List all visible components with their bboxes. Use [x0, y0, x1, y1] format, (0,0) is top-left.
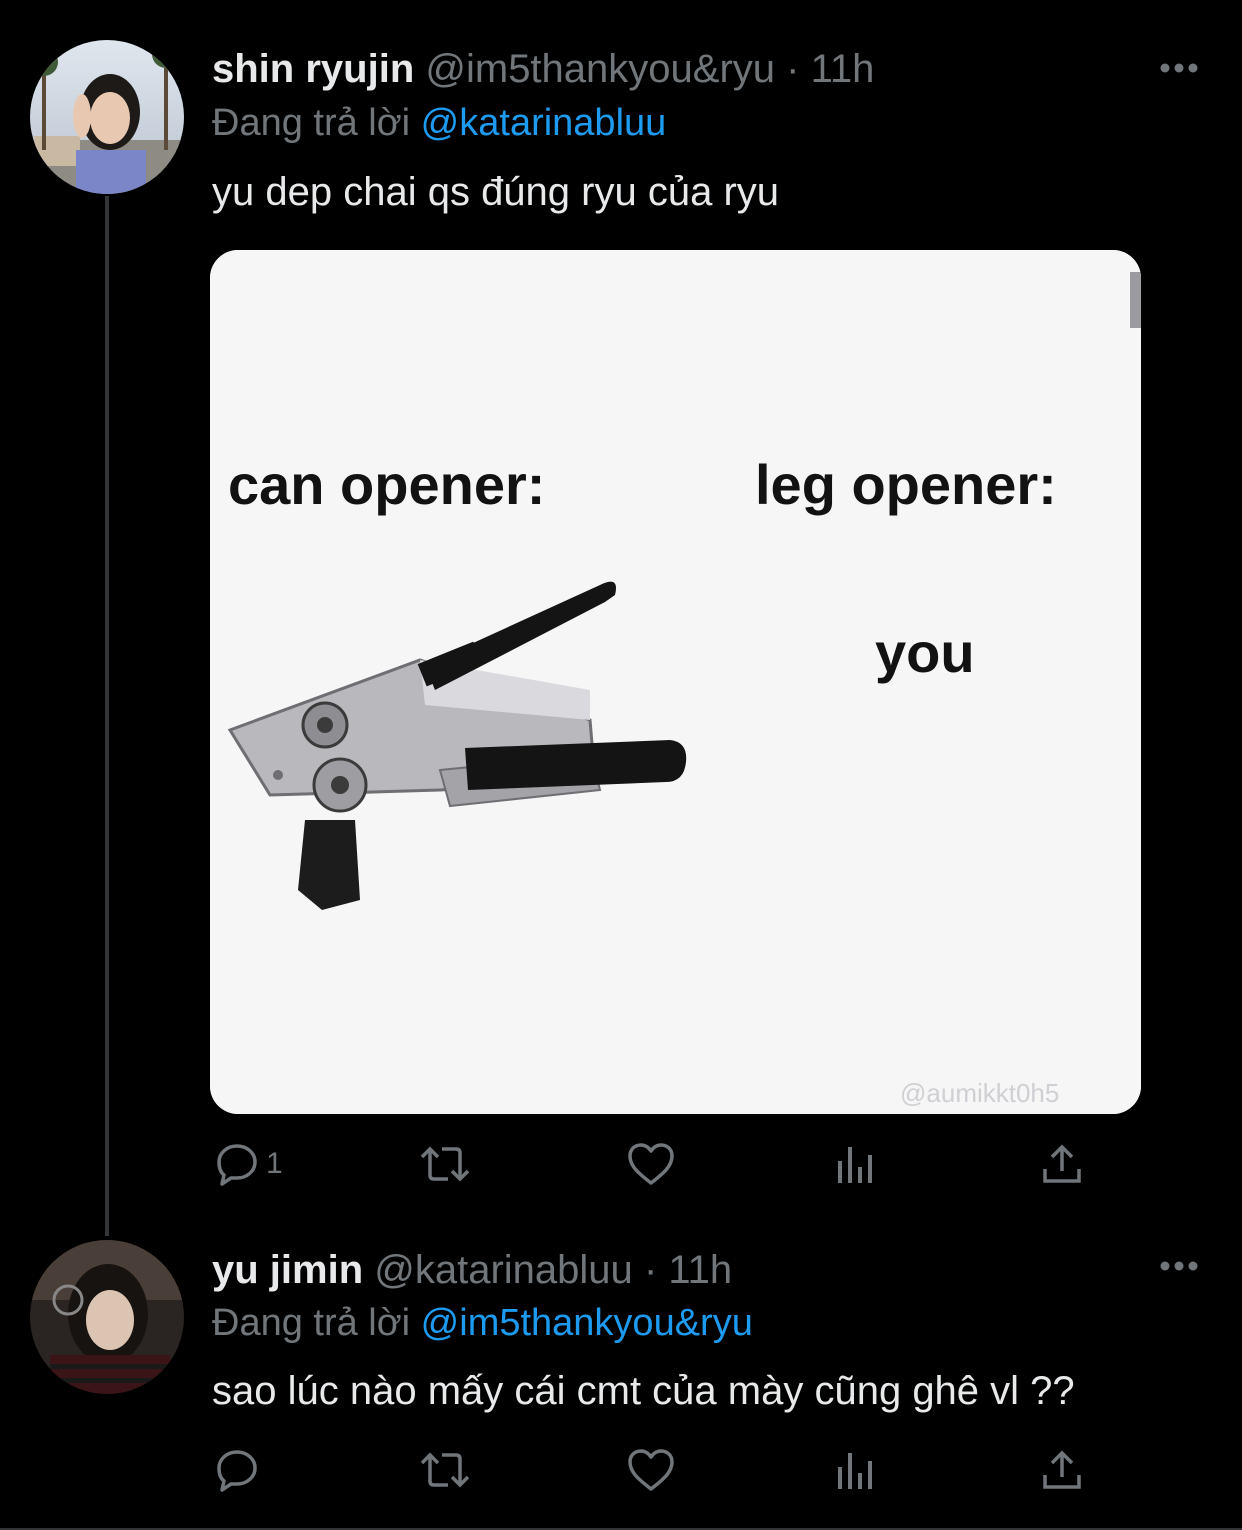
retweet-icon	[420, 1452, 470, 1488]
analytics-icon	[838, 1453, 872, 1489]
avatar[interactable]	[30, 40, 184, 194]
retweet-button[interactable]	[418, 1438, 472, 1502]
like-button[interactable]	[626, 1132, 676, 1196]
share-icon	[1043, 1450, 1081, 1489]
avatar[interactable]	[30, 1240, 184, 1394]
more-options-button[interactable]	[1158, 1256, 1200, 1276]
replying-prefix: Đang trả lời	[212, 102, 411, 144]
reply-count: 1	[266, 1147, 283, 1180]
more-icon	[1160, 1261, 1198, 1271]
reply-button[interactable]: 1	[214, 1132, 283, 1196]
more-icon	[1160, 63, 1198, 73]
timestamp[interactable]: 11h	[811, 47, 875, 91]
tweet[interactable]: yu jimin @katarinabluu · 11h Đang trả lờ…	[0, 1230, 1242, 1530]
author-handle[interactable]: @im5thankyou&ryu	[425, 47, 775, 91]
author-name[interactable]: shin ryujin	[212, 47, 414, 91]
tweet-header: yu jimin @katarinabluu · 11h	[212, 1246, 732, 1294]
meme-caption-you: you	[875, 621, 975, 684]
thread-connector-line	[105, 196, 109, 1236]
timestamp[interactable]: 11h	[668, 1248, 732, 1292]
tweet[interactable]: shin ryujin @im5thankyou&ryu · 11h Đang …	[0, 0, 1242, 1236]
retweet-icon	[420, 1146, 470, 1182]
replying-to-mention[interactable]: @im5thankyou&ryu	[421, 1302, 753, 1344]
like-button[interactable]	[626, 1438, 676, 1502]
tweet-media-image[interactable]: can opener: leg opener: you @aumikkt0h5	[210, 250, 1141, 1114]
tweet-text: yu dep chai qs đúng ryu của ryu	[212, 170, 780, 214]
tweet-header: shin ryujin @im5thankyou&ryu · 11h	[212, 45, 874, 93]
share-button[interactable]	[1040, 1438, 1084, 1502]
meme-caption-can-opener: can opener:	[228, 453, 546, 516]
retweet-button[interactable]	[418, 1132, 472, 1196]
share-button[interactable]	[1040, 1132, 1084, 1196]
author-handle[interactable]: @katarinabluu	[374, 1248, 633, 1292]
like-icon	[628, 1143, 674, 1185]
tweet-actions-bar	[0, 1438, 1242, 1502]
author-name[interactable]: yu jimin	[212, 1248, 363, 1292]
more-options-button[interactable]	[1158, 58, 1200, 78]
replying-to-line: Đang trả lời @katarinabluu	[212, 100, 666, 146]
analytics-button[interactable]	[834, 1132, 878, 1196]
share-icon	[1043, 1144, 1081, 1183]
replying-to-line: Đang trả lời @im5thankyou&ryu	[212, 1300, 753, 1346]
meme-watermark: @aumikkt0h5	[900, 1078, 1060, 1108]
separator-dot: ·	[786, 47, 800, 91]
tweet-text: sao lúc nào mấy cái cmt của mày cũng ghê…	[212, 1369, 1075, 1413]
reply-icon	[217, 1144, 257, 1186]
can-opener-image	[210, 250, 1141, 1114]
analytics-icon	[838, 1147, 872, 1183]
replying-to-mention[interactable]: @katarinabluu	[421, 102, 667, 144]
reply-button[interactable]	[214, 1438, 260, 1502]
reply-icon	[217, 1450, 257, 1492]
separator-dot: ·	[643, 1248, 658, 1292]
replying-prefix: Đang trả lời	[212, 1302, 411, 1344]
tweet-actions-bar: 1	[0, 1132, 1242, 1196]
meme-caption-leg-opener: leg opener:	[755, 453, 1057, 516]
analytics-button[interactable]	[834, 1438, 878, 1502]
like-icon	[628, 1449, 674, 1491]
